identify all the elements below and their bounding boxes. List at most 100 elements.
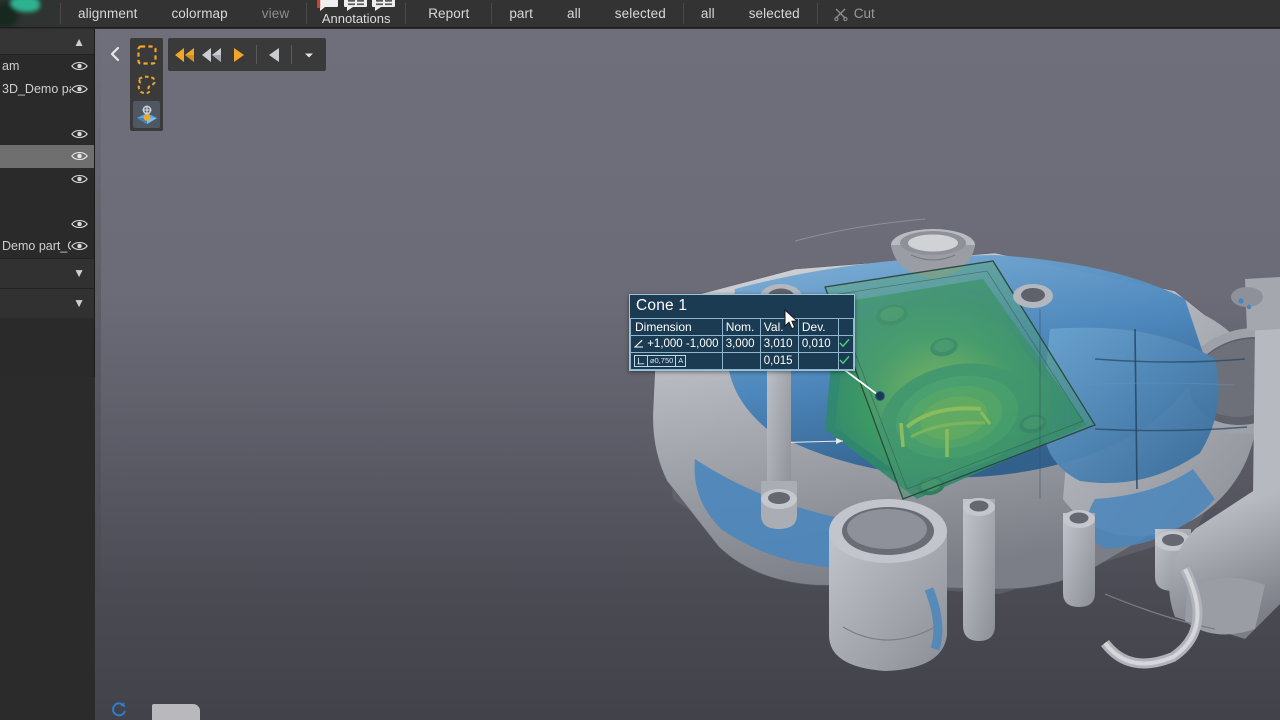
fcf-symbol xyxy=(635,356,647,366)
ribbon-group-annotations-label: Annotations xyxy=(322,11,391,26)
angularity-icon xyxy=(634,339,644,348)
scissors-icon xyxy=(834,7,848,21)
ribbon-toolbar: alignment colormap view xyxy=(0,0,1280,28)
check-icon xyxy=(839,338,850,348)
tree-row[interactable]: am xyxy=(0,55,94,78)
perpendicularity-fcf-icon: ⌀0,750 A xyxy=(634,355,686,367)
cell-deviation xyxy=(798,353,838,370)
ribbon-item-export-selected[interactable]: selected xyxy=(598,0,683,27)
ribbon-group-report: Report xyxy=(406,0,491,27)
ribbon-item-export-all[interactable]: all xyxy=(550,0,598,27)
tree-panel-header[interactable]: ▲ xyxy=(0,29,94,55)
first-step-button[interactable] xyxy=(172,41,198,68)
tree-section-header[interactable]: ▼ xyxy=(0,258,94,288)
tree-row[interactable] xyxy=(0,190,94,213)
tree-row-label: 3D_Demo pa xyxy=(2,82,71,96)
table-row[interactable]: +1,000 -1,000 3,000 3,010 0,010 xyxy=(631,336,854,353)
navigation-tool-palette xyxy=(168,38,326,71)
chevron-down-icon xyxy=(302,50,316,60)
check-icon xyxy=(839,355,850,365)
tree-row[interactable] xyxy=(0,145,94,168)
ribbon-item-export-part[interactable]: part xyxy=(492,0,550,27)
app-logo xyxy=(0,0,60,27)
lasso-select-tool[interactable] xyxy=(133,71,160,98)
chevron-down-icon[interactable]: ▼ xyxy=(73,267,85,279)
tree-row-label: am xyxy=(2,59,19,73)
annotation-title: Cone 1 xyxy=(630,295,854,318)
step-forward-icon xyxy=(231,45,247,65)
ribbon-item-view[interactable]: view xyxy=(245,0,306,27)
visibility-eye-icon[interactable] xyxy=(71,240,88,252)
ribbon-group-export: part all selected xyxy=(492,0,683,27)
cut-button-label: Cut xyxy=(854,6,875,21)
rect-select-tool[interactable] xyxy=(133,41,160,68)
ribbon-group-select: all selected xyxy=(684,0,817,27)
ribbon-item-select-all[interactable]: all xyxy=(684,0,732,27)
ribbon-group-main: alignment colormap view xyxy=(61,0,306,27)
ribbon-item-report[interactable]: Report xyxy=(406,0,491,27)
ribbon-group-annotations[interactable]: Annotations xyxy=(307,0,405,27)
visibility-eye-icon[interactable] xyxy=(71,83,88,95)
tree-row-label: Demo part_C xyxy=(2,239,71,253)
toolbar-divider xyxy=(291,45,292,64)
chevron-down-icon[interactable]: ▼ xyxy=(73,297,85,309)
previous-step-button[interactable] xyxy=(199,41,225,68)
cell-status xyxy=(838,336,853,353)
visibility-eye-icon[interactable] xyxy=(71,218,88,230)
3d-viewport[interactable] xyxy=(95,29,1280,720)
mouse-cursor xyxy=(784,309,799,336)
3d-model-render[interactable] xyxy=(95,29,1280,720)
application-window: alignment colormap view xyxy=(0,0,1280,720)
tree-row[interactable]: Demo part_C xyxy=(0,235,94,258)
cell-value: 0,015 xyxy=(760,353,798,370)
cell-value: 3,010 xyxy=(760,336,798,353)
tree-list: am 3D_Demo pa xyxy=(0,55,94,258)
alignment-tool[interactable] xyxy=(133,101,160,128)
document-tab[interactable] xyxy=(152,704,200,720)
dashed-lasso-icon xyxy=(136,74,158,96)
cell-dimension: ⌀0,750 A xyxy=(631,353,723,370)
more-options-button[interactable] xyxy=(296,41,322,68)
panel-collapse-button[interactable] xyxy=(107,44,123,64)
step-back-icon xyxy=(200,45,224,65)
cell-nominal xyxy=(722,353,760,370)
ribbon-item-select-selected[interactable]: selected xyxy=(732,0,817,27)
skip-forward-icon xyxy=(266,45,282,65)
ribbon-item-colormap[interactable]: colormap xyxy=(154,0,244,27)
perpendicularity-symbol-icon xyxy=(637,357,645,365)
visibility-eye-icon[interactable] xyxy=(71,150,88,162)
tree-row[interactable] xyxy=(0,123,94,146)
table-row[interactable]: ⌀0,750 A 0,015 xyxy=(631,353,854,370)
visibility-eye-icon[interactable] xyxy=(71,128,88,140)
cell-deviation: 0,010 xyxy=(798,336,838,353)
column-header-status xyxy=(838,319,853,336)
cell-dimension-text: +1,000 -1,000 xyxy=(647,338,718,350)
column-header-dimension: Dimension xyxy=(631,319,723,336)
cut-button[interactable]: Cut xyxy=(818,0,891,27)
arrow-cursor xyxy=(784,309,799,331)
visibility-eye-icon[interactable] xyxy=(71,60,88,72)
chevron-up-icon[interactable]: ▲ xyxy=(73,36,85,48)
selection-tool-palette xyxy=(130,38,163,131)
refresh-button[interactable] xyxy=(110,700,128,720)
tree-section-header[interactable]: ▼ xyxy=(0,288,94,318)
cell-nominal: 3,000 xyxy=(722,336,760,353)
viewport-edge xyxy=(95,29,101,720)
toolbar-divider xyxy=(256,45,257,64)
tree-row[interactable]: 3D_Demo pa xyxy=(0,78,94,101)
cell-dimension: +1,000 -1,000 xyxy=(631,336,723,353)
ribbon-item-alignment[interactable]: alignment xyxy=(61,0,154,27)
tree-row[interactable] xyxy=(0,213,94,236)
last-step-button[interactable] xyxy=(261,41,287,68)
column-header-nominal: Nom. xyxy=(722,319,760,336)
fcf-datum: A xyxy=(675,356,685,366)
tree-row[interactable] xyxy=(0,100,94,123)
annotation-callout[interactable]: Cone 1 Dimension Nom. Val. Dev. xyxy=(629,294,855,371)
next-step-button[interactable] xyxy=(226,41,252,68)
feature-tree-panel: ▲ am 3D_Demo pa xyxy=(0,29,95,377)
skip-back-icon xyxy=(173,45,197,65)
tree-row[interactable] xyxy=(0,168,94,191)
visibility-eye-icon[interactable] xyxy=(71,173,88,185)
cell-status xyxy=(838,353,853,370)
column-header-deviation: Dev. xyxy=(798,319,838,336)
